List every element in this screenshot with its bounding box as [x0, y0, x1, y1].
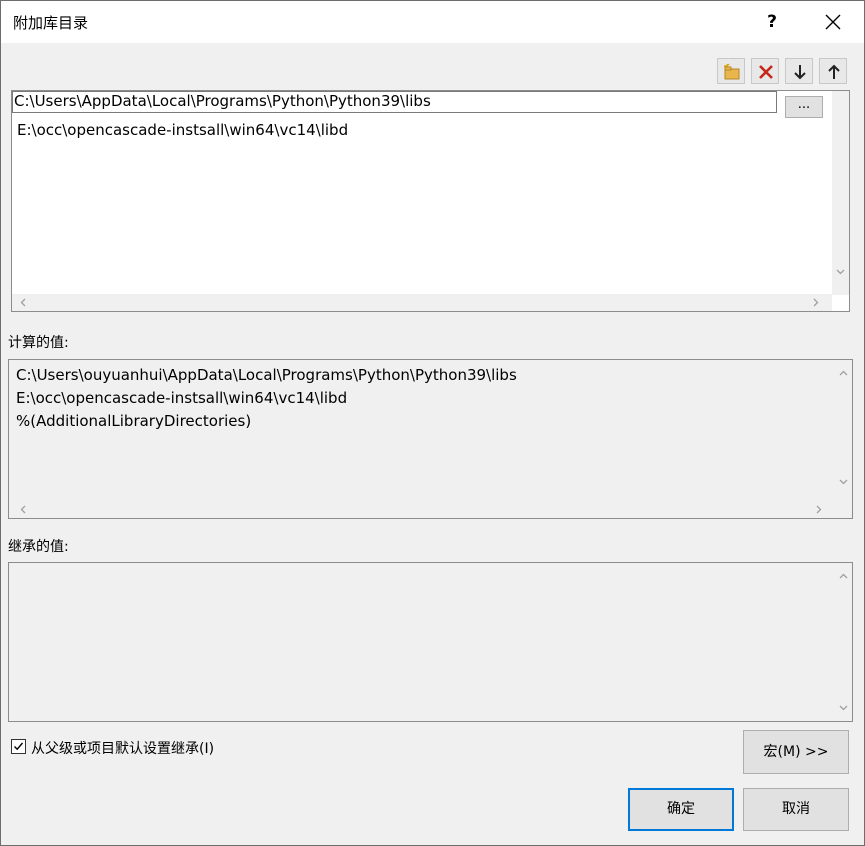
- dialog-window: 附加库目录 ? C:\Users\AppData\Local\Programs\…: [0, 0, 865, 846]
- scroll-down-arrow[interactable]: [835, 699, 852, 716]
- inherit-checkbox-label[interactable]: 从父级或项目默认设置继承(I): [31, 738, 214, 758]
- scroll-right-arrow[interactable]: [807, 294, 824, 311]
- macro-button[interactable]: 宏(M) >>: [743, 730, 849, 774]
- vertical-scrollbar[interactable]: [835, 360, 852, 500]
- edit-line-input[interactable]: C:\Users\AppData\Local\Programs\Python\P…: [12, 91, 777, 113]
- chevron-down-icon: [836, 269, 845, 275]
- chevron-down-icon: [839, 705, 848, 711]
- inherited-value-box: [8, 562, 853, 722]
- checkmark-icon: [14, 742, 24, 751]
- scroll-left-arrow[interactable]: [15, 501, 32, 518]
- chevron-up-icon: [839, 573, 848, 579]
- scroll-left-arrow[interactable]: [15, 294, 32, 311]
- scroll-down-arrow[interactable]: [835, 473, 852, 490]
- chevron-right-icon: [816, 505, 822, 514]
- title-bar: 附加库目录 ?: [1, 1, 864, 43]
- arrow-up-icon: [828, 64, 840, 79]
- computed-line: C:\Users\ouyuanhui\AppData\Local\Program…: [16, 366, 517, 384]
- chevron-up-icon: [839, 370, 848, 376]
- computed-line: %(AdditionalLibraryDirectories): [16, 412, 252, 430]
- vertical-scrollbar[interactable]: [832, 91, 849, 295]
- scroll-down-arrow[interactable]: [832, 263, 849, 280]
- cancel-button[interactable]: 取消: [743, 788, 849, 831]
- ok-button[interactable]: 确定: [628, 788, 734, 831]
- chevron-left-icon: [20, 505, 26, 514]
- horizontal-scrollbar[interactable]: [9, 501, 835, 518]
- directory-edit-list[interactable]: C:\Users\AppData\Local\Programs\Python\P…: [11, 90, 850, 312]
- window-title: 附加库目录: [13, 14, 89, 32]
- move-down-button[interactable]: [785, 58, 813, 84]
- vertical-scrollbar[interactable]: [835, 563, 852, 721]
- inherit-checkbox[interactable]: [11, 739, 26, 754]
- delete-line-button[interactable]: [751, 58, 779, 84]
- browse-button[interactable]: ...: [785, 96, 823, 118]
- horizontal-scrollbar[interactable]: [12, 294, 832, 311]
- scroll-right-arrow[interactable]: [810, 501, 827, 518]
- scroll-up-arrow[interactable]: [835, 365, 852, 382]
- computed-value-box: C:\Users\ouyuanhui\AppData\Local\Program…: [8, 359, 853, 519]
- new-line-button[interactable]: [717, 58, 745, 84]
- chevron-right-icon: [813, 298, 819, 307]
- edit-line-text[interactable]: C:\Users\AppData\Local\Programs\Python\P…: [14, 91, 431, 111]
- inherited-value-label: 继承的值:: [8, 539, 69, 555]
- close-button[interactable]: [813, 5, 853, 39]
- list-item[interactable]: E:\occ\opencascade-instsall\win64\vc14\l…: [17, 120, 348, 140]
- chevron-left-icon: [20, 298, 26, 307]
- arrow-down-icon: [794, 65, 806, 80]
- delete-x-icon: [759, 65, 773, 79]
- help-button[interactable]: ?: [759, 7, 785, 37]
- move-up-button[interactable]: [819, 58, 847, 84]
- close-icon: [825, 14, 841, 30]
- computed-value-label: 计算的值:: [8, 335, 69, 351]
- scroll-up-arrow[interactable]: [835, 568, 852, 585]
- computed-line: E:\occ\opencascade-instsall\win64\vc14\l…: [16, 389, 348, 407]
- chevron-down-icon: [839, 479, 848, 485]
- new-line-folder-icon: [724, 63, 740, 80]
